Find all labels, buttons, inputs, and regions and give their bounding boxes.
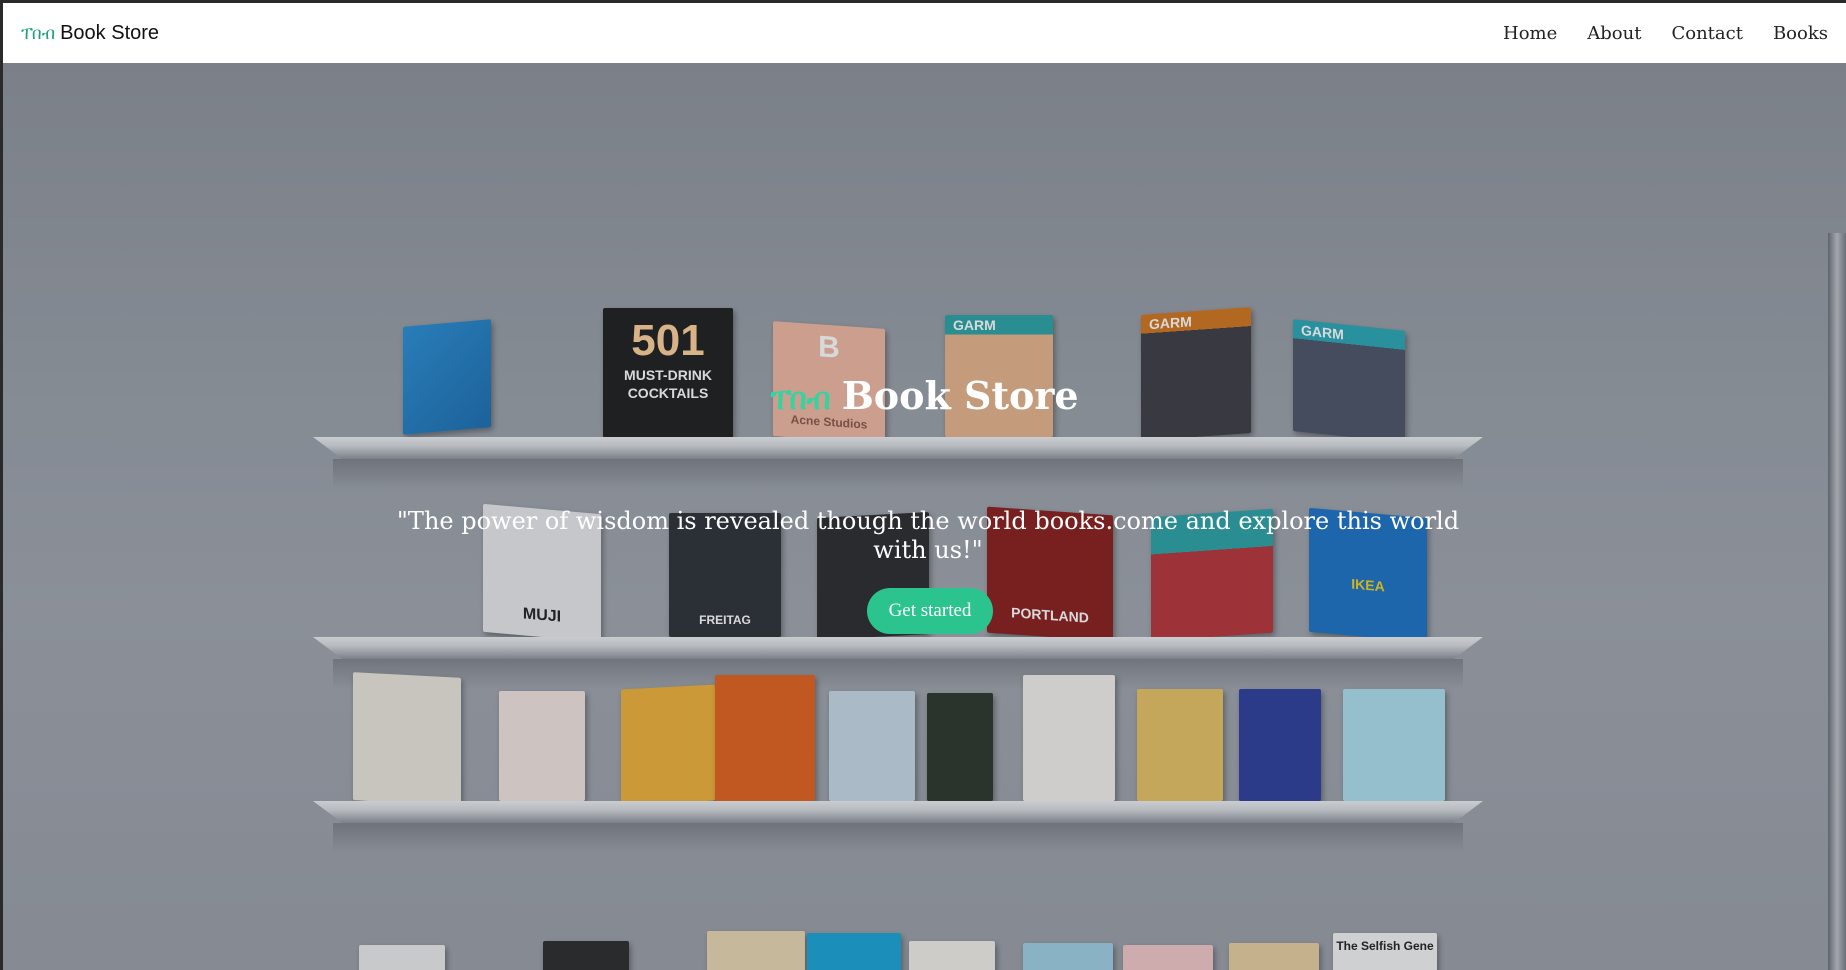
brand-mark: ፐበብ xyxy=(21,23,56,44)
get-started-button[interactable]: Get started xyxy=(867,588,993,634)
hero-quote: "The power of wisdom is revealed though … xyxy=(396,507,1460,564)
hero-title: ፐበብ Book Store xyxy=(3,373,1846,418)
hero-title-text: Book Store xyxy=(841,373,1079,418)
nav-link-contact[interactable]: Contact xyxy=(1656,23,1757,44)
main-nav: Home About Contact Books xyxy=(1488,23,1828,44)
brand-name: Book Store xyxy=(60,21,160,44)
navbar: ፐበብ Book Store Home About Contact Books xyxy=(3,3,1846,63)
hero-section: 501 MUST-DRINK COCKTAILS B Acne Studios … xyxy=(3,63,1846,970)
hero-title-mark: ፐበብ xyxy=(770,382,831,417)
browser-viewport: ፐበብ Book Store Home About Contact Books … xyxy=(0,0,1846,970)
brand-logo[interactable]: ፐበብ Book Store xyxy=(21,22,159,45)
nav-link-about[interactable]: About xyxy=(1572,23,1656,44)
nav-link-home[interactable]: Home xyxy=(1488,23,1572,44)
nav-link-books[interactable]: Books xyxy=(1758,23,1828,44)
